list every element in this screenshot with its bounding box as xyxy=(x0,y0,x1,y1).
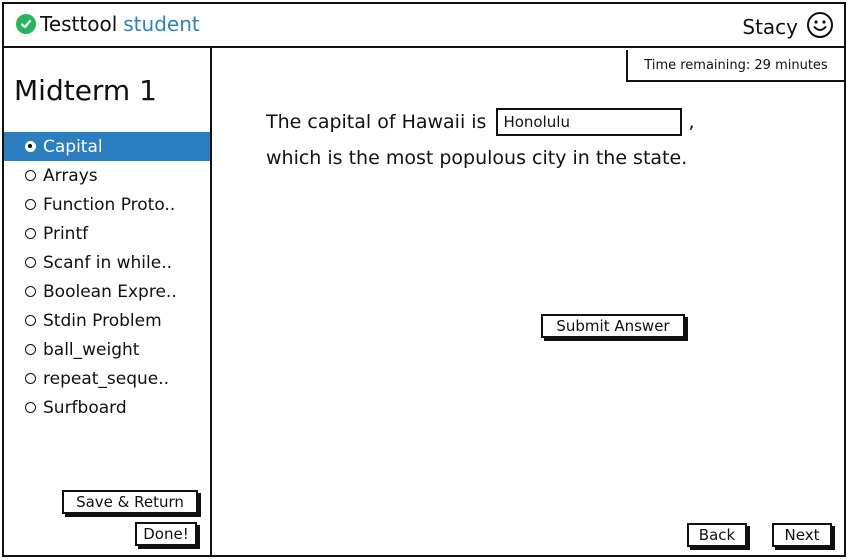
sidebar-item-ball-weight[interactable]: ball_weight xyxy=(4,335,210,364)
submit-answer-button[interactable]: Submit Answer xyxy=(541,314,685,338)
radio-icon xyxy=(25,344,36,355)
sidebar-item-boolean[interactable]: Boolean Expre.. xyxy=(4,277,210,306)
sidebar-item-label: Boolean Expre.. xyxy=(43,281,177,302)
brand-accent: student xyxy=(123,12,200,36)
radio-icon xyxy=(25,257,36,268)
sidebar-item-scanf[interactable]: Scanf in while.. xyxy=(4,248,210,277)
smiley-icon xyxy=(806,11,834,43)
sidebar-item-label: Surfboard xyxy=(43,397,127,418)
question-list: Capital Arrays Function Proto.. Printf S… xyxy=(4,132,210,422)
time-remaining: Time remaining: 29 minutes xyxy=(626,50,844,82)
back-button[interactable]: Back xyxy=(687,523,747,547)
question-text: The capital of Hawaii is , which is the … xyxy=(266,104,695,176)
brand-logo: Testtool student xyxy=(16,12,200,36)
username: Stacy xyxy=(742,15,798,39)
app-window: Testtool student Stacy Midterm 1 Capital xyxy=(2,2,846,557)
question-suffix: which is the most populous city in the s… xyxy=(266,147,688,169)
sidebar-item-capital[interactable]: Capital xyxy=(4,132,210,161)
sidebar-item-label: Arrays xyxy=(43,165,98,186)
question-prefix: The capital of Hawaii is xyxy=(266,111,487,133)
sidebar-item-label: Stdin Problem xyxy=(43,310,162,331)
sidebar-item-label: ball_weight xyxy=(43,339,140,360)
sidebar-item-label: Function Proto.. xyxy=(43,194,176,215)
radio-icon xyxy=(25,373,36,384)
sidebar-item-repeat-seque[interactable]: repeat_seque.. xyxy=(4,364,210,393)
sidebar-item-printf[interactable]: Printf xyxy=(4,219,210,248)
save-return-button[interactable]: Save & Return xyxy=(62,490,198,514)
radio-icon xyxy=(25,286,36,297)
user-menu[interactable]: Stacy xyxy=(742,11,834,43)
radio-icon xyxy=(25,141,36,152)
sidebar-item-label: Scanf in while.. xyxy=(43,252,173,273)
radio-icon xyxy=(25,199,36,210)
done-button[interactable]: Done! xyxy=(135,522,197,546)
sidebar-item-surfboard[interactable]: Surfboard xyxy=(4,393,210,422)
sidebar-item-label: Capital xyxy=(43,136,103,157)
brand-name: Testtool xyxy=(40,12,118,36)
question-comma: , xyxy=(688,111,695,133)
radio-icon xyxy=(25,228,36,239)
sidebar-item-arrays[interactable]: Arrays xyxy=(4,161,210,190)
answer-input[interactable] xyxy=(496,108,683,136)
radio-icon xyxy=(25,402,36,413)
exam-title: Midterm 1 xyxy=(14,74,157,107)
sidebar-item-label: Printf xyxy=(43,223,89,244)
sidebar-item-function-proto[interactable]: Function Proto.. xyxy=(4,190,210,219)
check-circle-icon xyxy=(16,14,36,34)
next-button[interactable]: Next xyxy=(772,523,832,547)
sidebar: Midterm 1 Capital Arrays Function Proto.… xyxy=(4,48,212,555)
header: Testtool student Stacy xyxy=(4,4,844,48)
sidebar-item-label: repeat_seque.. xyxy=(43,368,170,389)
radio-icon xyxy=(25,315,36,326)
sidebar-item-stdin[interactable]: Stdin Problem xyxy=(4,306,210,335)
radio-icon xyxy=(25,170,36,181)
